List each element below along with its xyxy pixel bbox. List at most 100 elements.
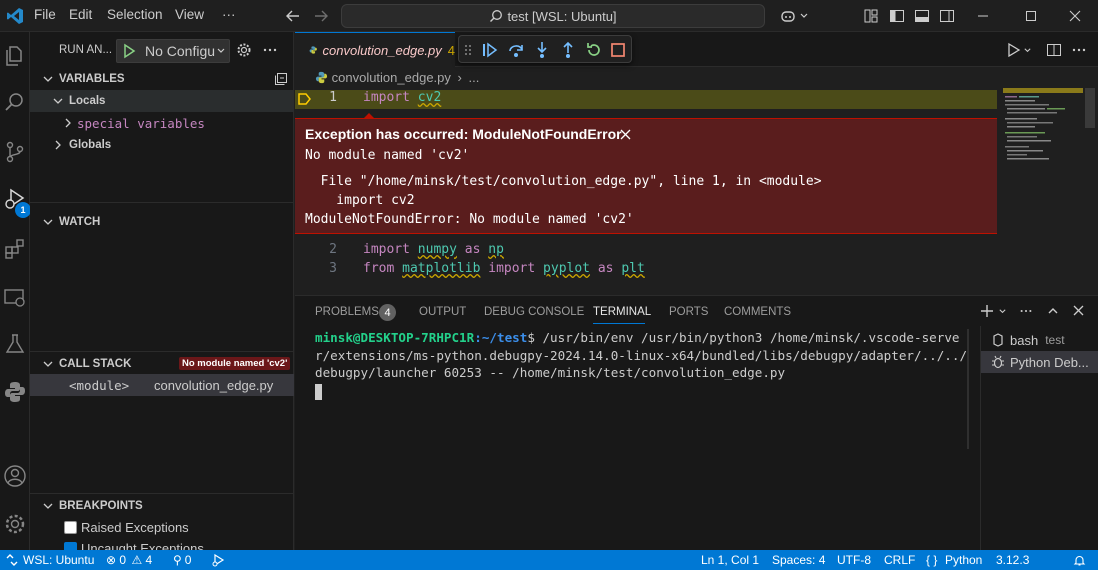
menu-selection[interactable]: Selection [107, 7, 163, 22]
new-terminal-icon[interactable] [980, 304, 994, 318]
terminal-item-python-debug[interactable]: Python Deb... [981, 351, 1098, 373]
python-version[interactable]: 3.12.3 [996, 553, 1029, 567]
call-stack-section-header[interactable]: CALL STACK No module named 'cv2' [30, 353, 294, 375]
menu-file[interactable]: File [34, 7, 56, 22]
stack-frame-row[interactable]: <module> convolution_edge.py [30, 374, 294, 396]
start-debugging-icon[interactable] [119, 41, 139, 61]
copilot-icon[interactable] [779, 7, 797, 25]
terminal-scrollbar[interactable] [967, 329, 969, 449]
terminal-item-bash[interactable]: bash test [981, 329, 1098, 351]
chevron-down-icon[interactable] [799, 11, 809, 21]
chevron-down-icon[interactable] [1023, 46, 1032, 55]
step-over-icon[interactable] [507, 41, 525, 59]
forward-arrow-icon[interactable] [313, 8, 329, 24]
problems-status[interactable]: ⊗ 0 ⚠ 4 [106, 553, 152, 567]
menu-edit[interactable]: Edit [69, 7, 92, 22]
chevron-down-icon[interactable] [998, 307, 1007, 316]
customize-layout-icon[interactable] [863, 8, 879, 24]
editor-tab-convolution-edge[interactable]: convolution_edge.py 4 [295, 32, 455, 67]
step-into-icon[interactable] [533, 41, 551, 59]
continue-icon[interactable] [481, 41, 499, 59]
toggle-secondary-sidebar-icon[interactable] [939, 8, 955, 24]
collapse-all-icon[interactable] [274, 72, 288, 86]
uncaught-exceptions-row[interactable]: Uncaught Exceptions [30, 538, 284, 550]
menu-more[interactable]: ··· [222, 7, 236, 22]
terminal-prompt-user: minsk@DESKTOP-7RHPC1R [315, 330, 475, 345]
python-icon[interactable] [3, 380, 27, 404]
ports-status[interactable]: ⚲ 0 [173, 553, 191, 567]
panel-tab-comments[interactable]: COMMENTS [724, 306, 791, 318]
run-file-icon[interactable] [1006, 42, 1022, 58]
remote-indicator[interactable]: WSL: Ubuntu [0, 550, 100, 570]
menu-view[interactable]: View [175, 7, 204, 22]
settings-gear-icon[interactable] [3, 512, 27, 536]
terminal-output[interactable]: minsk@DESKTOP-7RHPC1R:~/test$ /usr/bin/e… [315, 329, 970, 400]
command-center-search[interactable]: test [WSL: Ubuntu] [341, 4, 765, 28]
minimap[interactable] [1003, 88, 1083, 295]
breadcrumb-symbols[interactable]: ... [468, 70, 479, 85]
cursor-position[interactable]: Ln 1, Col 1 [701, 553, 759, 567]
step-out-icon[interactable] [559, 41, 577, 59]
stop-icon[interactable] [609, 41, 627, 59]
exception-title: Exception has occurred: ModuleNotFoundEr… [305, 126, 622, 142]
drag-handle-icon[interactable] [463, 43, 473, 57]
raised-exceptions-row[interactable]: Raised Exceptions [30, 516, 284, 538]
debug-config-dropdown[interactable]: No Configu [116, 39, 230, 63]
debug-settings-gear-icon[interactable] [236, 42, 252, 58]
source-control-icon[interactable] [3, 140, 27, 164]
maximize-button[interactable] [1008, 0, 1054, 32]
code-identifier: np [488, 242, 504, 257]
account-icon[interactable] [3, 464, 27, 488]
watch-section-header[interactable]: WATCH [30, 211, 294, 233]
explorer-icon[interactable] [3, 44, 27, 68]
special-variables-row[interactable]: special variables [30, 112, 284, 134]
line-number: 1 [329, 90, 337, 105]
close-window-button[interactable] [1052, 0, 1098, 32]
panel-tab-debug-console[interactable]: DEBUG CONSOLE [484, 306, 584, 318]
breadcrumb-file[interactable]: convolution_edge.py [332, 70, 451, 85]
problems-count-badge: 4 [379, 304, 396, 321]
search-view-icon[interactable] [3, 90, 27, 114]
panel-tab-ports[interactable]: PORTS [669, 306, 708, 318]
debug-badge: 1 [15, 202, 31, 218]
encoding[interactable]: UTF-8 [837, 553, 871, 567]
more-actions-icon[interactable] [1019, 304, 1033, 318]
more-actions-icon[interactable] [1071, 42, 1087, 58]
uncaught-exceptions-checkbox[interactable] [64, 542, 77, 550]
debug-status-icon[interactable] [212, 554, 225, 567]
line-ending[interactable]: CRLF [884, 553, 915, 567]
variables-section-header[interactable]: VARIABLES [30, 68, 294, 90]
panel-tab-problems[interactable]: PROBLEMS [315, 306, 379, 318]
terminal-detail: test [1045, 333, 1065, 347]
raised-exceptions-checkbox[interactable] [64, 520, 77, 534]
notifications-bell-icon[interactable] [1073, 554, 1086, 567]
panel-tab-terminal[interactable]: TERMINAL [593, 306, 651, 318]
toggle-panel-icon[interactable] [914, 8, 930, 24]
indentation[interactable]: Spaces: 4 [772, 553, 825, 567]
globals-scope-row[interactable]: Globals [30, 134, 284, 156]
breakpoints-section-header[interactable]: BREAKPOINTS [30, 495, 294, 517]
code-line-3[interactable]: 3 from matplotlib import pyplot as plt [295, 261, 995, 280]
locals-scope-row[interactable]: Locals [30, 90, 294, 112]
active-tab-underline [593, 323, 645, 324]
close-panel-icon[interactable] [1073, 305, 1084, 316]
panel-tab-output[interactable]: OUTPUT [419, 306, 466, 318]
split-editor-icon[interactable] [1046, 42, 1062, 58]
language-mode[interactable]: Python [945, 553, 982, 567]
testing-icon[interactable] [3, 332, 27, 356]
extensions-icon[interactable] [3, 237, 27, 261]
minimize-button[interactable] [960, 0, 1006, 32]
close-icon[interactable] [620, 129, 631, 140]
restart-icon[interactable] [585, 41, 603, 59]
more-actions-icon[interactable] [262, 42, 278, 58]
remote-icon [6, 554, 18, 566]
toggle-sidebar-icon[interactable] [889, 8, 905, 24]
remote-explorer-icon[interactable] [3, 286, 27, 310]
back-arrow-icon[interactable] [285, 8, 301, 24]
breakpoints-title: BREAKPOINTS [59, 500, 143, 512]
code-line-2[interactable]: 2 import numpy as np [295, 242, 995, 261]
editor-scrollbar[interactable] [1085, 88, 1095, 128]
maximize-panel-icon[interactable] [1047, 305, 1059, 317]
code-line-1[interactable]: 1 import cv2 [295, 90, 997, 109]
